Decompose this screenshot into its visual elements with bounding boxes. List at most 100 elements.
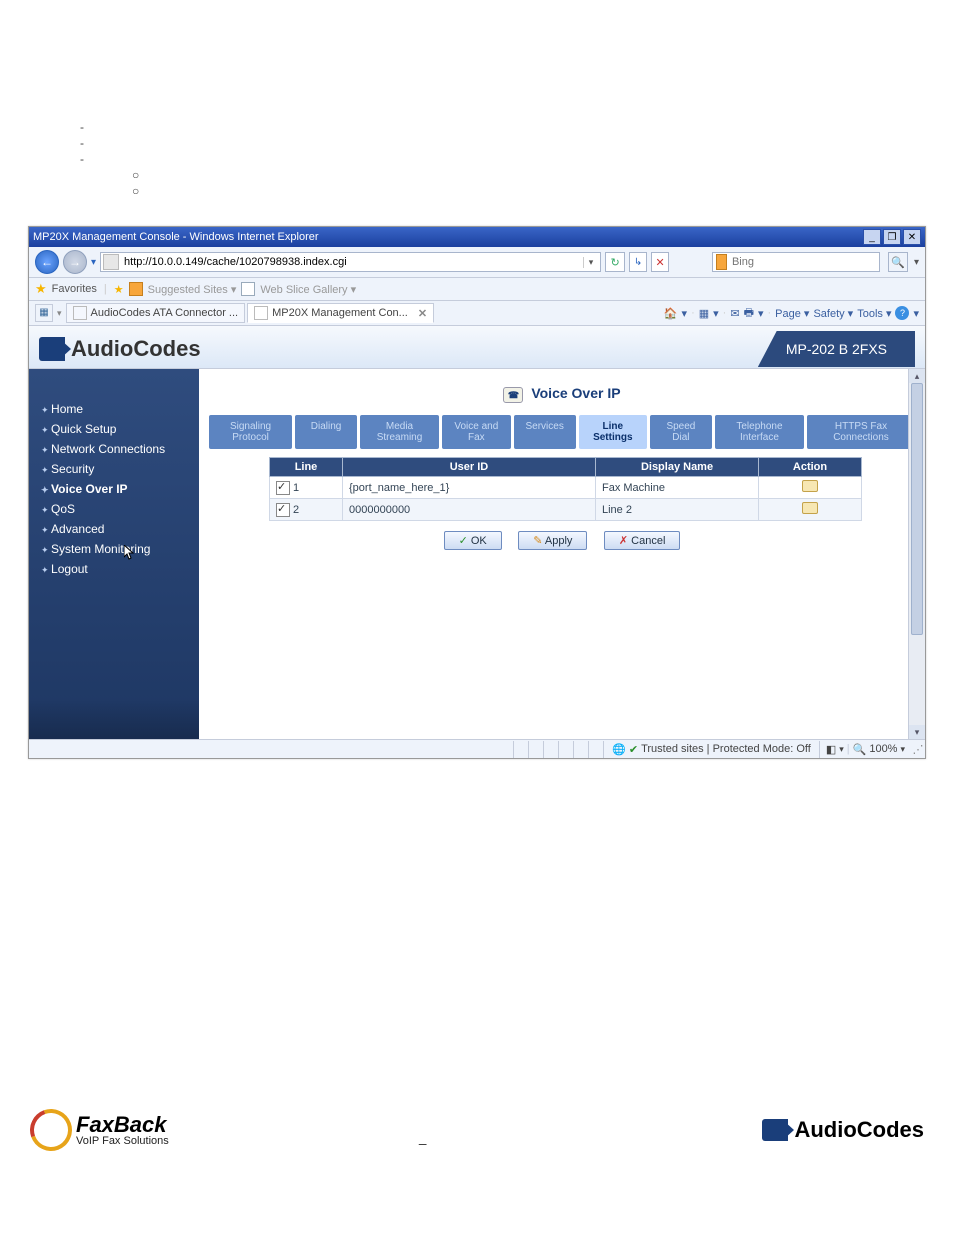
url-dropdown[interactable]: ▾ — [583, 257, 598, 268]
window-maximize-button[interactable]: ❐ — [883, 229, 901, 245]
line2-checkbox[interactable] — [276, 503, 290, 517]
line1-checkbox[interactable] — [276, 481, 290, 495]
read-mail-icon[interactable]: ✉ — [730, 307, 739, 320]
sidebar-item-advanced[interactable]: Advanced — [29, 519, 199, 539]
url-input[interactable] — [122, 254, 583, 270]
line2-display-name: Line 2 — [596, 499, 759, 521]
screenshot-container: MP20X Management Console - Windows Inter… — [28, 226, 926, 759]
suggested-sites-link[interactable]: Suggested Sites ▾ — [148, 283, 237, 296]
sidebar-item-system-monitoring[interactable]: System Monitoring — [29, 539, 199, 559]
quick-tabs-dropdown[interactable]: ▾ — [57, 308, 62, 319]
sidebar-item-quick-setup[interactable]: Quick Setup — [29, 419, 199, 439]
subtab-https-fax-connections[interactable]: HTTPS Fax Connections — [807, 415, 915, 449]
web-slice-icon — [241, 282, 255, 296]
window-minimize-button[interactable]: _ — [863, 229, 881, 245]
bing-icon — [716, 254, 727, 270]
main-content: ☎ Voice Over IP Signaling Protocol Diali… — [199, 369, 925, 739]
resize-grip-icon[interactable]: ⋰ — [911, 743, 925, 756]
favorites-star-icon[interactable]: ★ — [35, 281, 47, 297]
audiocodes-logo-icon — [39, 337, 65, 361]
safety-menu[interactable]: Safety ▾ — [813, 307, 853, 320]
content-scrollbar[interactable]: ▴ ▾ — [908, 369, 925, 739]
window-close-button[interactable]: ✕ — [903, 229, 921, 245]
tools-menu[interactable]: Tools ▾ — [857, 307, 891, 320]
nav-history-dropdown[interactable]: ▾ — [91, 257, 96, 268]
subtab-row: Signaling Protocol Dialing Media Streami… — [209, 415, 915, 449]
button-row: ✓ OK ✎ Apply ✗ Cancel — [209, 531, 915, 550]
page-menu[interactable]: Page ▾ — [775, 307, 809, 320]
tab-close-button[interactable]: ✕ — [418, 307, 427, 320]
page-icon — [103, 254, 119, 270]
search-options-dropdown[interactable]: ▾ — [914, 257, 919, 268]
sidebar-item-home[interactable]: Home — [29, 399, 199, 419]
sidebar-item-network-connections[interactable]: Network Connections — [29, 439, 199, 459]
go-button[interactable]: ↳ — [629, 252, 647, 272]
print-icon[interactable]: 🖶 — [744, 304, 754, 323]
subtab-media-streaming[interactable]: Media Streaming — [360, 415, 439, 449]
window-title: MP20X Management Console - Windows Inter… — [33, 231, 319, 243]
audiocodes-footer-logo: AudioCodes — [762, 1117, 924, 1143]
subtab-line-settings[interactable]: Line Settings — [579, 415, 647, 449]
audiocodes-footer-text: AudioCodes — [794, 1117, 924, 1143]
app-brand-text: AudioCodes — [71, 336, 201, 362]
line2-edit-icon[interactable] — [802, 502, 818, 514]
search-input[interactable] — [730, 254, 876, 270]
favorites-label: Favorites — [52, 283, 97, 295]
favorites-bar: ★ Favorites | ★ Suggested Sites ▾ Web Sl… — [29, 278, 925, 301]
audiocodes-logo-icon — [762, 1119, 788, 1141]
home-icon[interactable]: 🏠 — [664, 307, 678, 320]
address-bar: ← → ▾ ▾ ↻ ↳ ✕ 🔍 ▾ — [29, 247, 925, 278]
tab-mp20x-console[interactable]: MP20X Management Con... ✕ — [247, 303, 434, 323]
zoom-level: 100% — [869, 743, 897, 755]
faxback-swirl-icon — [23, 1102, 79, 1158]
line2-user-id: 0000000000 — [343, 499, 596, 521]
sidebar-item-qos[interactable]: QoS — [29, 499, 199, 519]
favorites-add-icon[interactable]: ★ — [114, 283, 124, 296]
line1-edit-icon[interactable] — [802, 480, 818, 492]
subtab-signaling-protocol[interactable]: Signaling Protocol — [209, 415, 292, 449]
search-go-button[interactable]: 🔍 — [888, 252, 908, 272]
table-row: 2 0000000000 Line 2 — [270, 499, 862, 521]
internet-icon: 🌐 — [612, 743, 626, 756]
app-header: AudioCodes MP-202 B 2FXS — [29, 326, 925, 369]
nav-back-button[interactable]: ← — [35, 250, 59, 274]
scroll-thumb[interactable] — [911, 383, 923, 635]
quick-tabs-button[interactable]: ▦ — [35, 304, 53, 322]
subtab-speed-dial[interactable]: Speed Dial — [650, 415, 712, 449]
search-box[interactable] — [712, 252, 880, 272]
feeds-icon[interactable]: ▦ — [699, 307, 709, 320]
refresh-button[interactable]: ↻ — [605, 252, 625, 272]
subtab-services[interactable]: Services — [514, 415, 576, 449]
cancel-button[interactable]: ✗ Cancel — [604, 531, 681, 550]
command-bar: 🏠▾ · ▦▾ · ✉ 🖶▾ · Page ▾ Safety ▾ Tools ▾… — [664, 304, 919, 323]
ok-button[interactable]: ✓ OK — [444, 531, 502, 550]
tab-strip: ▦ ▾ AudioCodes ATA Connector ... MP20X M… — [29, 301, 925, 326]
tab-audiocodes-connector[interactable]: AudioCodes ATA Connector ... — [66, 303, 246, 323]
scroll-down-button[interactable]: ▾ — [909, 725, 925, 739]
help-icon[interactable]: ? — [895, 306, 909, 320]
url-field[interactable]: ▾ — [100, 252, 601, 272]
subtab-voice-and-fax[interactable]: Voice and Fax — [442, 415, 511, 449]
line1-display-name: Fax Machine — [596, 477, 759, 499]
zoom-icon: 🔍 — [853, 743, 867, 756]
line2-number: 2 — [293, 503, 299, 515]
nav-forward-button[interactable]: → — [63, 250, 87, 274]
stop-button[interactable]: ✕ — [651, 252, 669, 272]
security-zone[interactable]: 🌐 ✔ Trusted sites | Protected Mode: Off — [603, 741, 819, 758]
th-user-id: User ID — [343, 458, 596, 477]
sidebar-item-security[interactable]: Security — [29, 459, 199, 479]
sidebar-item-voice-over-ip[interactable]: Voice Over IP — [29, 479, 199, 499]
web-slice-link[interactable]: Web Slice Gallery ▾ — [260, 283, 356, 296]
scroll-up-button[interactable]: ▴ — [909, 369, 925, 383]
sidebar: Home Quick Setup Network Connections Sec… — [29, 369, 199, 739]
tab-label: AudioCodes ATA Connector ... — [91, 307, 239, 319]
faxback-logo-sub: VoIP Fax Solutions — [76, 1136, 169, 1147]
subtab-telephone-interface[interactable]: Telephone Interface — [715, 415, 804, 449]
apply-button[interactable]: ✎ Apply — [518, 531, 587, 550]
line-settings-table: Line User ID Display Name Action 1 {port… — [269, 457, 862, 521]
sidebar-item-logout[interactable]: Logout — [29, 559, 199, 579]
zoom-control[interactable]: ◧▾ | 🔍 100% ▾ — [819, 741, 911, 758]
line1-number: 1 — [293, 481, 299, 493]
th-display-name: Display Name — [596, 458, 759, 477]
subtab-dialing[interactable]: Dialing — [295, 415, 357, 449]
